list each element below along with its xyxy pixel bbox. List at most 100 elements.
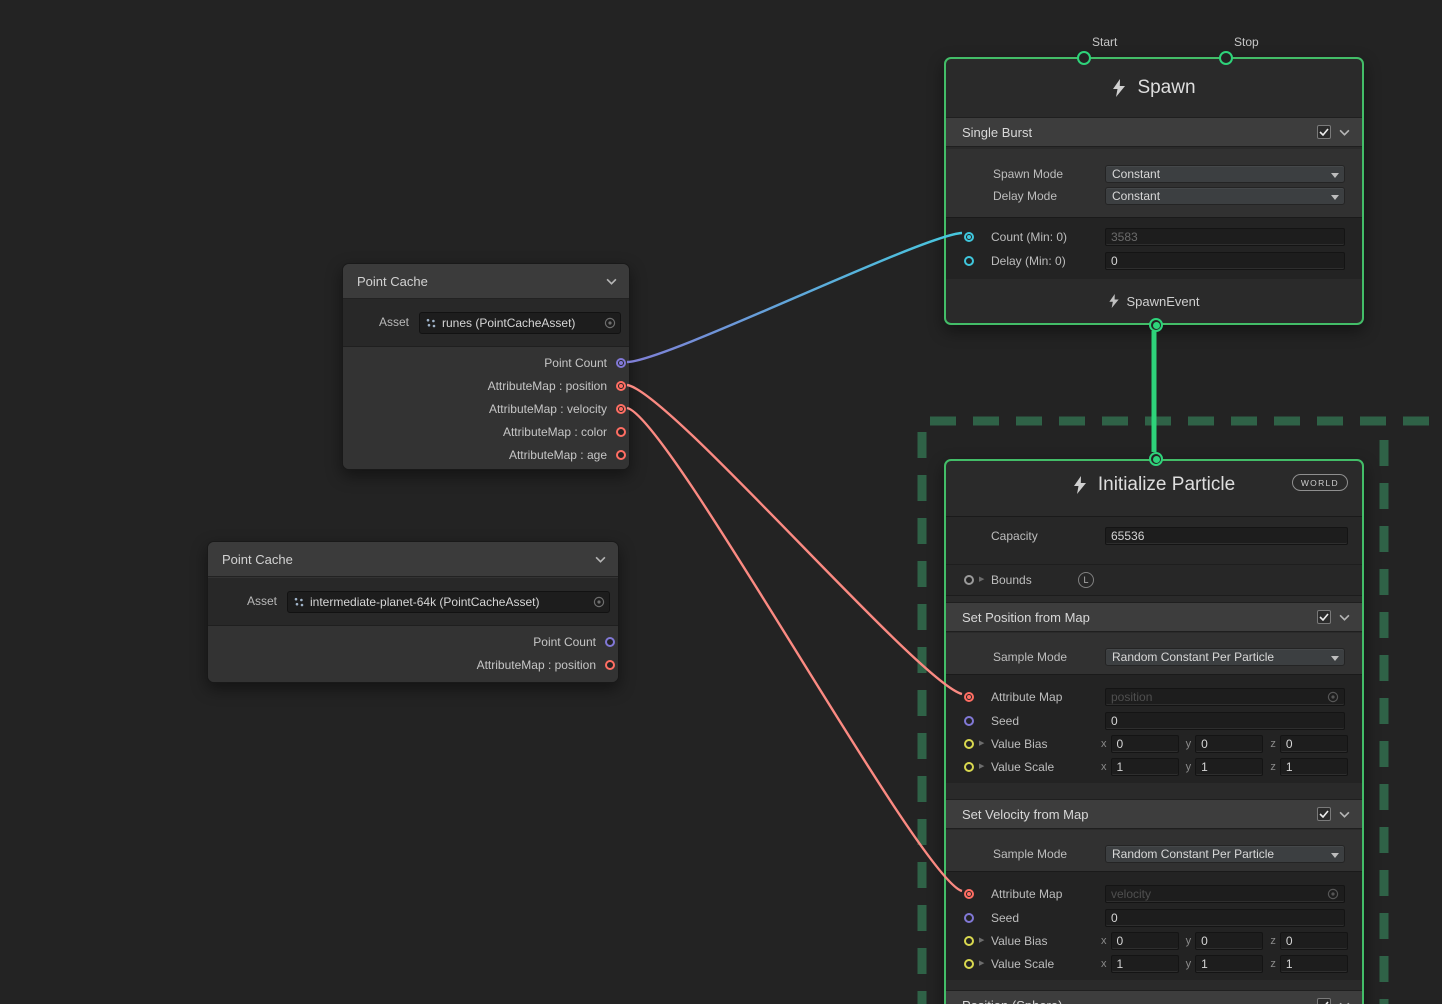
output-label: Point Count bbox=[544, 356, 607, 370]
expander-icon[interactable]: ▶ bbox=[979, 960, 984, 967]
field-value: 0 bbox=[1111, 911, 1118, 925]
field-value: 1 bbox=[1286, 760, 1293, 774]
axis-label-z: z bbox=[1270, 958, 1276, 970]
input-port-value-bias[interactable] bbox=[964, 936, 974, 946]
count-field[interactable]: 3583 bbox=[1105, 228, 1345, 246]
bias-z-field[interactable]: 0 bbox=[1280, 932, 1348, 950]
output-port-attributemap-position[interactable] bbox=[605, 660, 615, 670]
asset-object-field[interactable]: runes (PointCacheAsset) bbox=[419, 312, 621, 334]
block-header-single-burst[interactable]: Single Burst bbox=[946, 117, 1362, 147]
output-port-attributemap-age[interactable] bbox=[616, 450, 626, 460]
edge-velocity-to-attributemap[interactable] bbox=[627, 408, 962, 891]
node-point-cache-planet[interactable]: Point Cache Asset intermediate-planet-64… bbox=[207, 541, 619, 683]
asset-object-field[interactable]: intermediate-planet-64k (PointCacheAsset… bbox=[287, 591, 610, 613]
expander-icon[interactable]: ▶ bbox=[979, 740, 984, 747]
sample-mode-dropdown[interactable]: Random Constant Per Particle bbox=[1105, 845, 1345, 863]
bias-y-field[interactable]: 0 bbox=[1195, 735, 1263, 753]
output-port-point-count[interactable] bbox=[605, 637, 615, 647]
property-label: Attribute Map bbox=[991, 690, 1062, 704]
scale-y-field[interactable]: 1 bbox=[1195, 955, 1263, 973]
delay-field[interactable]: 0 bbox=[1105, 252, 1345, 270]
input-port-count[interactable] bbox=[964, 232, 974, 242]
object-picker-icon[interactable] bbox=[604, 317, 616, 329]
attribute-map-field[interactable]: velocity bbox=[1105, 885, 1345, 903]
flow-output-port[interactable] bbox=[1149, 318, 1163, 332]
field-value: 0 bbox=[1201, 934, 1208, 948]
seed-field[interactable]: 0 bbox=[1105, 712, 1345, 730]
chevron-down-icon[interactable] bbox=[1339, 614, 1350, 621]
scale-z-field[interactable]: 1 bbox=[1280, 758, 1348, 776]
capacity-field[interactable]: 65536 bbox=[1105, 527, 1348, 545]
property-row-attribute-map: Attribute Map position bbox=[946, 686, 1362, 708]
block-enabled-checkbox[interactable] bbox=[1317, 610, 1331, 624]
spawn-mode-dropdown[interactable]: Constant bbox=[1105, 165, 1345, 183]
lightning-icon bbox=[1112, 79, 1126, 97]
block-title: Position (Sphere) bbox=[962, 998, 1317, 1004]
output-port-attributemap-velocity[interactable] bbox=[616, 404, 626, 414]
scale-x-field[interactable]: 1 bbox=[1111, 955, 1179, 973]
bias-x-field[interactable]: 0 bbox=[1111, 735, 1179, 753]
block-header-set-velocity-from-map[interactable]: Set Velocity from Map bbox=[946, 799, 1362, 829]
property-row-value-scale: ▶ Value Scale x 1 y 1 z 1 bbox=[946, 953, 1362, 975]
input-port-bounds[interactable] bbox=[964, 575, 974, 585]
bounds-space-toggle[interactable]: L bbox=[1078, 572, 1094, 588]
setting-row: Sample Mode Random Constant Per Particle bbox=[946, 646, 1362, 668]
chevron-down-icon[interactable] bbox=[606, 278, 617, 285]
input-port-seed[interactable] bbox=[964, 913, 974, 923]
field-value: 0 bbox=[1201, 737, 1208, 751]
scale-z-field[interactable]: 1 bbox=[1280, 955, 1348, 973]
input-port-seed[interactable] bbox=[964, 716, 974, 726]
expander-icon[interactable]: ▶ bbox=[979, 763, 984, 770]
seed-field[interactable]: 0 bbox=[1105, 909, 1345, 927]
asset-value: runes (PointCacheAsset) bbox=[442, 316, 575, 330]
input-port-delay[interactable] bbox=[964, 256, 974, 266]
attribute-map-field[interactable]: position bbox=[1105, 688, 1345, 706]
block-enabled-checkbox[interactable] bbox=[1317, 125, 1331, 139]
input-port-value-scale[interactable] bbox=[964, 762, 974, 772]
bias-x-field[interactable]: 0 bbox=[1111, 932, 1179, 950]
sample-mode-dropdown[interactable]: Random Constant Per Particle bbox=[1105, 648, 1345, 666]
input-port-value-scale[interactable] bbox=[964, 959, 974, 969]
edge-pointcount-to-count[interactable] bbox=[627, 233, 962, 362]
object-picker-icon[interactable] bbox=[1327, 888, 1339, 900]
scale-x-field[interactable]: 1 bbox=[1111, 758, 1179, 776]
bias-y-field[interactable]: 0 bbox=[1195, 932, 1263, 950]
property-row-attribute-map: Attribute Map velocity bbox=[946, 883, 1362, 905]
node-header[interactable]: Point Cache bbox=[343, 264, 629, 299]
expander-icon[interactable]: ▶ bbox=[979, 937, 984, 944]
axis-label-x: x bbox=[1101, 738, 1107, 750]
output-port-attributemap-position[interactable] bbox=[616, 381, 626, 391]
chevron-down-icon[interactable] bbox=[1339, 811, 1350, 818]
input-port-value-bias[interactable] bbox=[964, 739, 974, 749]
delay-mode-dropdown[interactable]: Constant bbox=[1105, 187, 1345, 205]
input-port-attribute-map[interactable] bbox=[964, 889, 974, 899]
block-enabled-checkbox[interactable] bbox=[1317, 807, 1331, 821]
chevron-down-icon[interactable] bbox=[1339, 129, 1350, 136]
block-properties: Attribute Map velocity Seed 0 ▶ Value B bbox=[946, 871, 1362, 980]
node-header[interactable]: Point Cache bbox=[208, 542, 618, 577]
space-badge[interactable]: WORLD bbox=[1292, 474, 1348, 491]
output-port-point-count[interactable] bbox=[616, 358, 626, 368]
object-picker-icon[interactable] bbox=[593, 596, 605, 608]
block-enabled-checkbox[interactable] bbox=[1317, 998, 1331, 1004]
node-spawn[interactable]: Start Stop Spawn Single Burst Spawn Mode bbox=[944, 57, 1364, 325]
bias-z-field[interactable]: 0 bbox=[1280, 735, 1348, 753]
block-header-position-sphere[interactable]: Position (Sphere) bbox=[946, 990, 1362, 1004]
flow-input-port-stop[interactable] bbox=[1219, 51, 1233, 65]
flow-input-port[interactable] bbox=[1149, 452, 1163, 466]
node-point-cache-runes[interactable]: Point Cache Asset runes (PointCacheAsset… bbox=[342, 263, 630, 470]
flow-input-port-start[interactable] bbox=[1077, 51, 1091, 65]
output-row: AttributeMap : position bbox=[208, 654, 618, 677]
output-port-attributemap-color[interactable] bbox=[616, 427, 626, 437]
property-label: Capacity bbox=[991, 529, 1038, 543]
expander-icon[interactable]: ▶ bbox=[979, 576, 984, 583]
scale-y-field[interactable]: 1 bbox=[1195, 758, 1263, 776]
block-header-set-position-from-map[interactable]: Set Position from Map bbox=[946, 602, 1362, 632]
node-initialize-particle[interactable]: Initialize Particle WORLD Capacity 65536… bbox=[944, 459, 1364, 1004]
node-title-bar[interactable]: Spawn bbox=[946, 59, 1362, 117]
graph-canvas[interactable]: Point Cache Asset runes (PointCacheAsset… bbox=[0, 0, 1442, 1004]
object-picker-icon[interactable] bbox=[1327, 691, 1339, 703]
property-label: Bounds bbox=[991, 573, 1032, 587]
chevron-down-icon[interactable] bbox=[595, 556, 606, 563]
input-port-attribute-map[interactable] bbox=[964, 692, 974, 702]
